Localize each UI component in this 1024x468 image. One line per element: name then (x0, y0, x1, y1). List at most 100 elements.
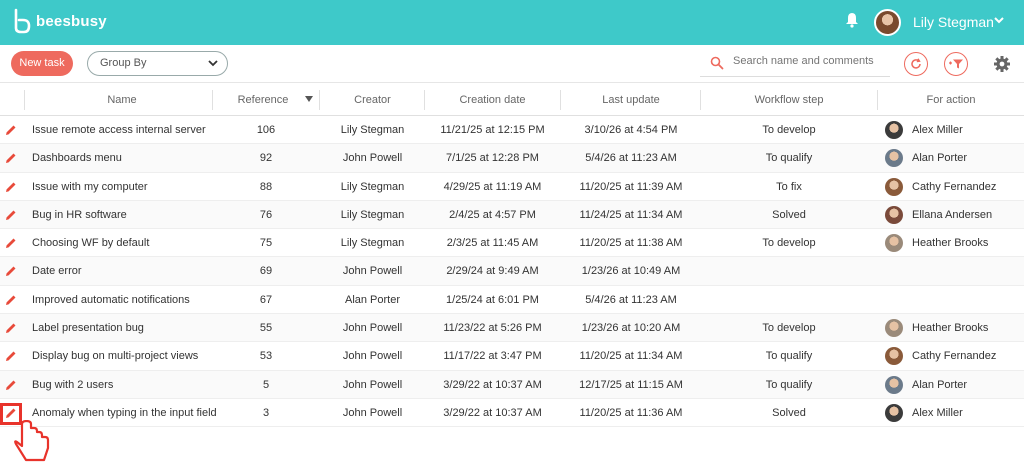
table-row[interactable]: Choosing WF by default 75 Lily Stegman 2/3/… (0, 229, 1024, 258)
task-for-action: Alan Porter (885, 144, 1020, 172)
col-header-creation-date[interactable]: Creation date (425, 84, 560, 116)
edit-pencil-icon[interactable] (5, 152, 17, 164)
task-for-action: Heather Brooks (885, 229, 1020, 257)
table-row[interactable]: Issue with my computer 88 Lily Stegman 4/29… (0, 173, 1024, 201)
task-workflow-step (701, 257, 877, 285)
user-name[interactable]: Lily Stegman (913, 14, 994, 30)
task-name[interactable]: Anomaly when typing in the input field (32, 399, 217, 427)
task-creation-date: 1/25/24 at 6:01 PM (446, 293, 539, 306)
task-last-update: 11/20/25 at 11:38 AM (579, 237, 683, 250)
task-last-update: 5/4/26 at 11:23 AM (585, 152, 677, 165)
table-row[interactable]: Date error 69 John Powell 2/29/24 at 9:49 A… (0, 257, 1024, 286)
assignee-avatar (885, 347, 903, 366)
task-name[interactable]: Label presentation bug (32, 314, 212, 342)
col-header-name[interactable]: Name (32, 84, 212, 116)
task-for-action: Cathy Fernandez (885, 173, 1020, 201)
assignee-avatar (885, 319, 903, 338)
task-creator: Lily Stegman (340, 208, 405, 221)
task-last-update: 12/17/25 at 11:15 AM (579, 378, 683, 391)
table-row[interactable]: Issue remote access internal server 106 Li… (0, 116, 1024, 145)
new-task-button[interactable]: New task (11, 51, 73, 76)
group-by-label: Group By (100, 57, 147, 69)
task-creation-date: 7/1/25 at 12:28 PM (446, 152, 539, 165)
task-for-action: Heather Brooks (885, 314, 1020, 342)
edit-pencil-icon[interactable] (5, 379, 17, 391)
task-reference: 76 (259, 208, 273, 221)
edit-pencil-icon[interactable] (5, 265, 17, 277)
edit-pencil-icon[interactable] (5, 294, 17, 306)
table-row[interactable]: Bug with 2 users 5 John Powell 3/29/22 at 1… (0, 370, 1024, 399)
top-bar: beesbusy Lily Stegman (0, 0, 1024, 45)
task-name[interactable]: Display bug on multi-project views (32, 342, 212, 370)
task-table: Name Reference Creator Creation date Las… (0, 84, 1024, 428)
task-name[interactable]: Bug in HR software (32, 201, 212, 229)
task-creator: John Powell (342, 322, 403, 335)
task-name[interactable]: Issue with my computer (32, 173, 212, 201)
edit-pencil-icon[interactable] (5, 350, 17, 362)
table-row[interactable]: Display bug on multi-project views 53 John… (0, 342, 1024, 371)
assignee-name: Heather Brooks (912, 237, 989, 250)
task-workflow-step (701, 286, 877, 314)
task-workflow-step: Solved (772, 208, 806, 221)
task-creator: Lily Stegman (340, 180, 405, 193)
edit-pencil-icon[interactable] (5, 181, 17, 193)
assignee-avatar (885, 205, 903, 224)
col-header-last-update[interactable]: Last update (561, 84, 701, 116)
task-last-update: 3/10/26 at 4:54 PM (584, 124, 678, 136)
search-icon (710, 56, 724, 70)
task-creator: Alan Porter (344, 293, 401, 306)
sort-desc-icon[interactable] (305, 96, 313, 103)
task-last-update: 1/23/26 at 10:20 AM (581, 322, 681, 335)
add-filter-button[interactable] (944, 52, 968, 76)
task-last-update: 11/20/25 at 11:39 AM (579, 180, 683, 193)
assignee-avatar (885, 121, 903, 139)
task-name[interactable]: Bug with 2 users (32, 371, 212, 399)
task-name[interactable]: Dashboards menu (32, 144, 212, 172)
edit-pencil-icon[interactable] (5, 322, 17, 334)
logo-text: beesbusy (36, 12, 107, 30)
edit-pencil-icon[interactable] (5, 124, 17, 136)
task-name[interactable]: Issue remote access internal server (32, 116, 212, 144)
task-reference: 3 (262, 406, 270, 419)
search-box (700, 51, 890, 77)
task-name[interactable]: Date error (32, 257, 212, 285)
assignee-name: Cathy Fernandez (912, 180, 997, 193)
chevron-down-icon[interactable] (993, 15, 1005, 25)
task-name[interactable]: Choosing WF by default (32, 229, 212, 257)
assignee-avatar (885, 149, 903, 168)
edit-pencil-icon[interactable] (5, 209, 17, 221)
gear-icon[interactable] (993, 55, 1011, 73)
table-row[interactable]: Bug in HR software 76 Lily Stegman 2/4/25 a… (0, 200, 1024, 230)
user-avatar[interactable] (874, 9, 901, 36)
task-name[interactable]: Improved automatic notifications (32, 286, 212, 314)
table-row[interactable]: Anomaly when typing in the input field 3 J… (0, 399, 1024, 428)
table-row[interactable]: Dashboards menu 92 John Powell 7/1/25 at 12… (0, 144, 1024, 173)
task-last-update: 11/20/25 at 11:34 AM (579, 350, 683, 363)
task-creation-date: 11/17/22 at 3:47 PM (443, 350, 542, 363)
search-input[interactable] (733, 55, 883, 67)
assignee-name: Alan Porter (912, 378, 968, 391)
refresh-icon (911, 58, 921, 69)
task-reference: 106 (256, 124, 276, 136)
table-row[interactable]: Improved automatic notifications 67 Alan P… (0, 286, 1024, 315)
refresh-button[interactable] (904, 52, 928, 76)
bell-icon[interactable] (845, 12, 859, 28)
app-logo[interactable]: beesbusy (12, 8, 107, 34)
bee-logo-icon (14, 8, 31, 34)
col-header-for-action[interactable]: For action (878, 84, 1024, 116)
task-last-update: 11/24/25 at 11:34 AM (579, 208, 683, 221)
col-header-reference[interactable]: Reference (213, 84, 313, 116)
col-header-workflow-step[interactable]: Workflow step (701, 84, 877, 116)
edit-pencil-icon[interactable] (5, 237, 17, 249)
assignee-name: Alan Porter (912, 152, 968, 165)
assignee-name: Alex Miller (912, 124, 963, 136)
col-header-creator[interactable]: Creator (320, 84, 425, 116)
task-last-update: 11/20/25 at 11:36 AM (579, 406, 683, 419)
pointer-cursor-icon (14, 420, 50, 462)
task-workflow-step: To develop (762, 237, 816, 250)
assignee-avatar (885, 403, 903, 422)
assignee-name: Cathy Fernandez (912, 350, 997, 363)
group-by-select[interactable]: Group By (87, 51, 228, 76)
table-row[interactable]: Label presentation bug 55 John Powell 11/23… (0, 314, 1024, 343)
task-last-update: 5/4/26 at 11:23 AM (585, 293, 677, 306)
